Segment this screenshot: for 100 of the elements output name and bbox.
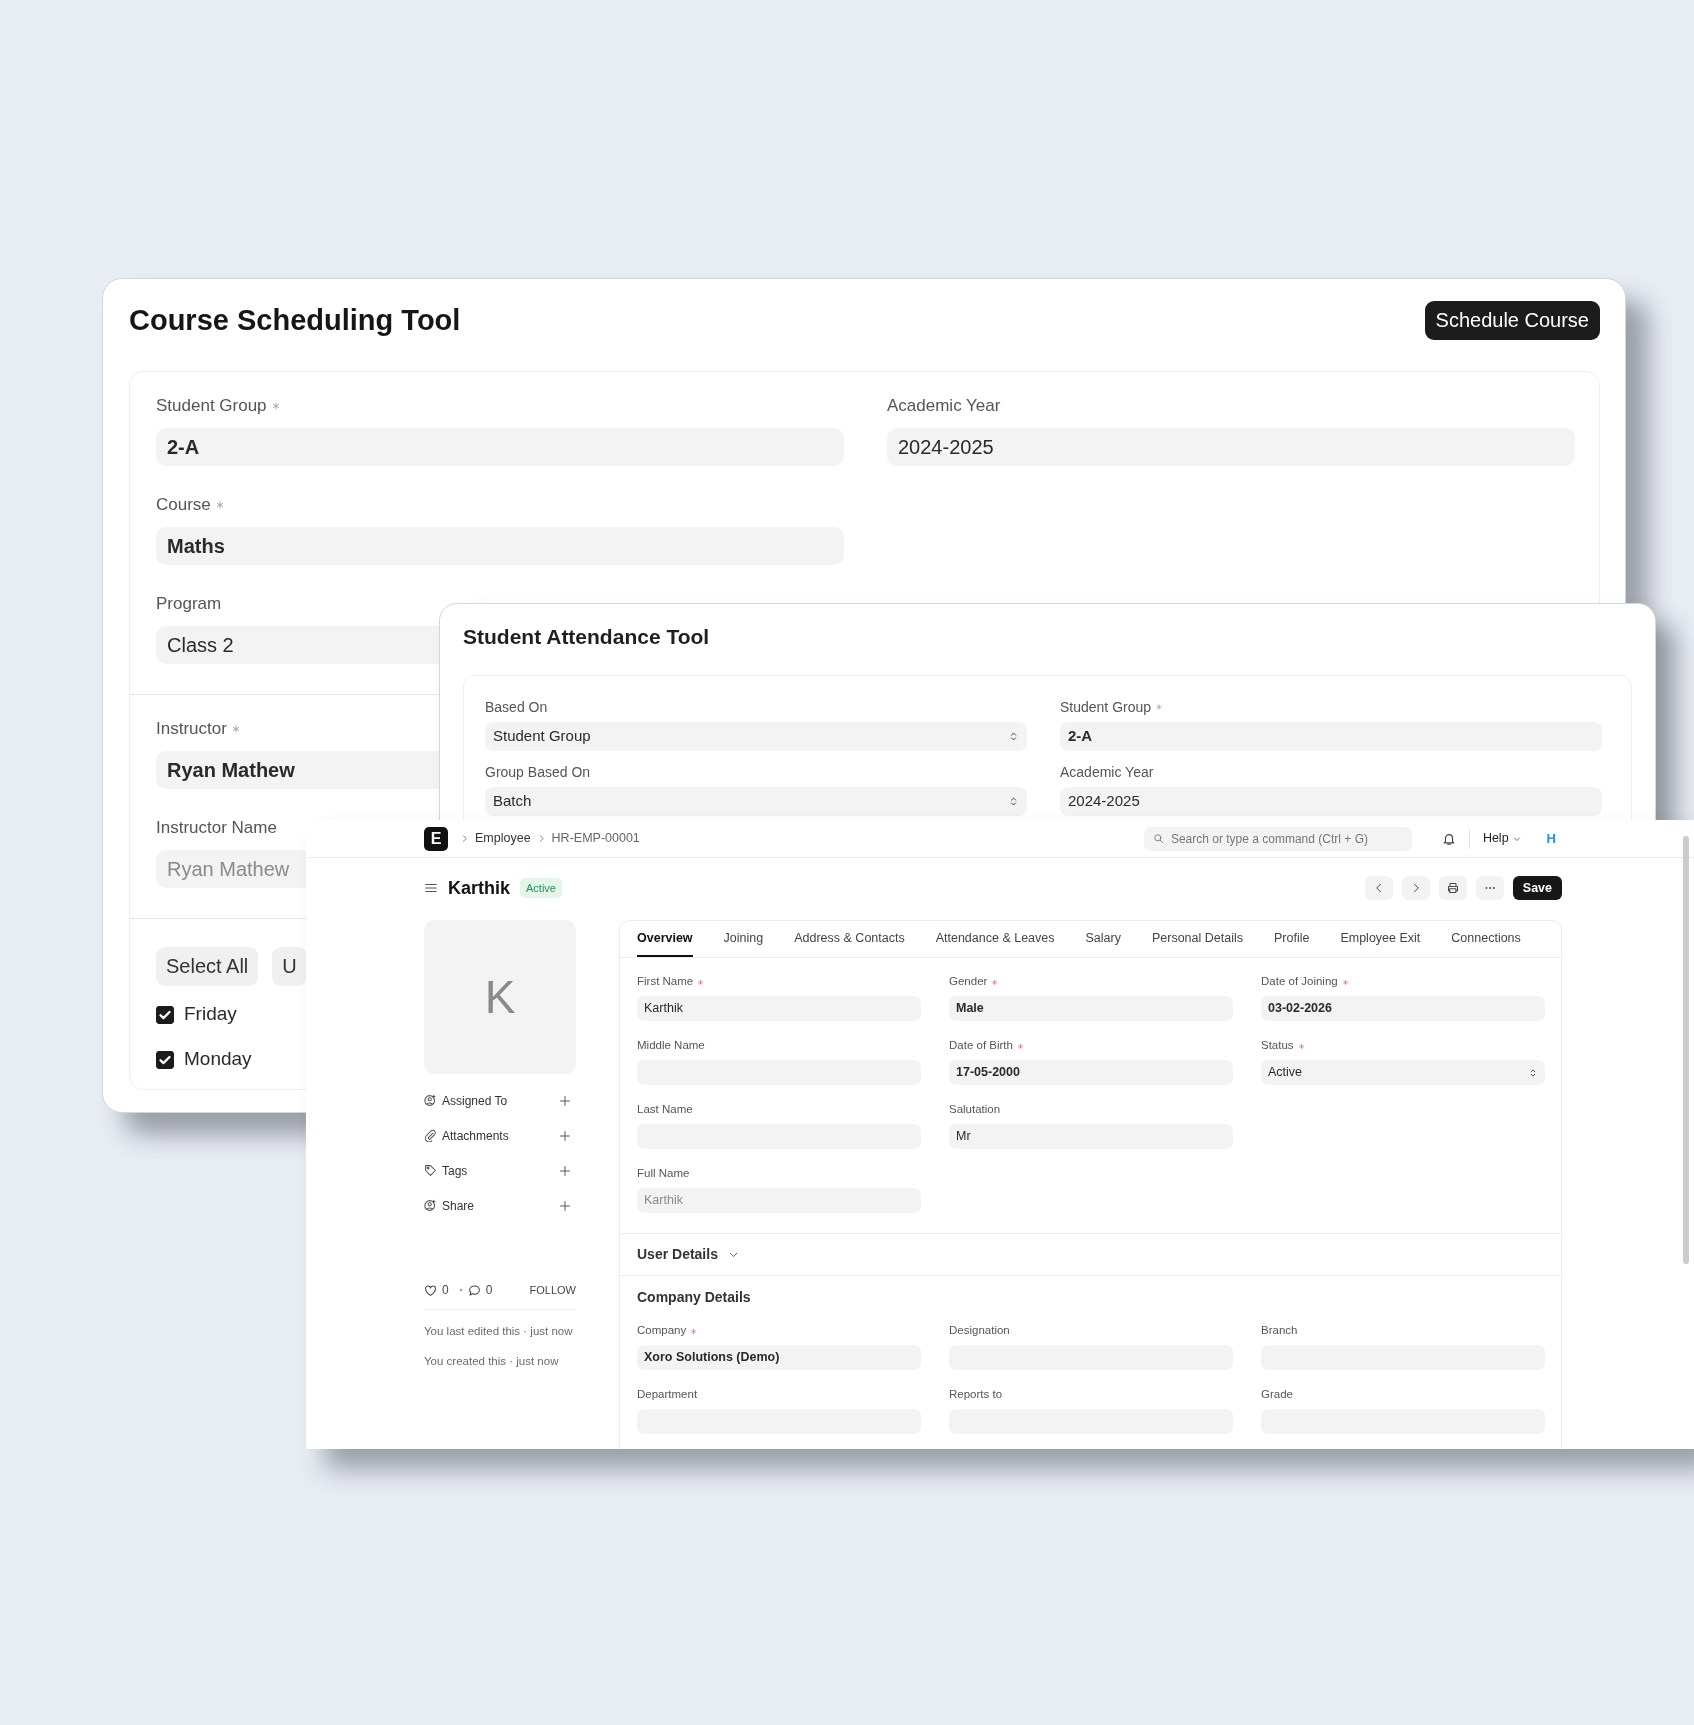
input-field[interactable]: 17-05-2000 [949,1060,1233,1085]
required-icon [214,499,225,510]
input-field[interactable]: 2024-2025 [1060,787,1602,816]
field-label: Program [156,592,222,615]
required-icon [270,400,281,411]
app-logo[interactable]: E [424,826,448,851]
plus-icon[interactable] [559,1094,571,1107]
form-tab[interactable]: Attendance & Leaves [935,921,1055,957]
select-field[interactable]: Student Group [485,722,1027,751]
status-badge: Active [520,877,562,899]
activity-text: You last edited this · just now [424,1324,574,1339]
user-plus-icon [424,1199,437,1212]
required-icon [1341,978,1349,986]
avatar: K [424,920,576,1074]
input-field[interactable]: Karthik [637,996,921,1021]
field-label: Company [637,1323,687,1339]
form-tab[interactable]: Personal Details [1151,921,1243,957]
form-tab[interactable]: Connections [1451,921,1521,957]
field-label: Reports to [949,1387,1003,1403]
day-label: Monday [184,1047,252,1072]
field-label: Instructor Name [156,816,277,839]
print-button[interactable] [1438,876,1467,900]
activity-text: You created this · just now [424,1354,560,1369]
input-field[interactable]: Mr [949,1124,1233,1149]
comment-icon[interactable] [467,1283,481,1297]
input-field[interactable]: Male [949,996,1233,1021]
plus-icon[interactable] [559,1164,571,1177]
field-label: Full Name [637,1166,690,1182]
field-label: Instructor [156,717,227,740]
sidebar-link[interactable]: Share [442,1196,475,1215]
required-icon [690,1327,698,1335]
follow-link[interactable]: FOLLOW [529,1281,576,1299]
field-label: Group Based On [485,762,591,782]
bell-icon[interactable] [1441,831,1456,846]
field-label: Department [637,1387,698,1403]
checkbox[interactable] [156,1050,174,1069]
required-icon [1297,1042,1305,1050]
form-tab[interactable]: Employee Exit [1340,921,1421,957]
input-field[interactable]: Xoro Solutions (Demo) [637,1345,921,1370]
field-label: Branch [1261,1323,1298,1339]
schedule-course-button[interactable]: Schedule Course [1424,301,1600,341]
field-label: Student Group [156,394,267,417]
field-label: Middle Name [637,1038,705,1054]
comment-count: 0 [485,1282,493,1299]
scrollbar[interactable] [1683,836,1689,1264]
window-title: Course Scheduling Tool [129,303,461,338]
field-label: Last Name [637,1102,693,1118]
help-menu[interactable]: Help [1482,829,1509,848]
like-count: 0 [442,1282,449,1299]
field-label: Salutation [949,1102,1001,1118]
search-icon [1152,833,1164,844]
select-field[interactable]: Batch [485,787,1027,816]
plus-icon[interactable] [559,1199,571,1212]
sidebar-link[interactable]: Tags [442,1161,468,1180]
form-tab[interactable]: Salary [1085,921,1121,957]
printer-icon [1446,882,1459,894]
required-icon [1016,1042,1024,1050]
input-field[interactable]: 2-A [1060,722,1602,751]
input-field: Karthik [637,1188,921,1213]
caret-icon [1512,834,1521,843]
field-label: Date of Birth [949,1038,1013,1054]
select-field[interactable]: Active [1261,1060,1545,1085]
heart-icon[interactable] [424,1283,437,1297]
window-title: Student Attendance Tool [463,624,711,650]
required-icon [1155,703,1164,711]
plus-icon[interactable] [559,1129,571,1142]
field-label: Course [156,493,211,516]
field-label: Student Group [1060,697,1152,717]
up-down-arrows-icon [1528,1067,1538,1078]
field-label: Date of Joining [1261,974,1338,990]
form-tab[interactable]: Overview [637,921,693,957]
field-label: Academic Year [887,394,1001,417]
search-field[interactable]: Search or type a command (Ctrl + G) [1143,826,1412,851]
form-tab[interactable]: Joining [723,921,764,957]
input-field[interactable]: 2-A [156,427,844,466]
form-tab[interactable]: Profile [1274,921,1310,957]
section-title[interactable]: User Details [637,1244,718,1265]
input-field[interactable]: Maths [156,526,844,565]
user-plus-icon [424,1094,437,1107]
select-button[interactable]: Select All [156,946,259,986]
sidebar-link[interactable]: Attachments [442,1126,509,1145]
up-down-arrows-icon [1008,796,1019,807]
chevron-right-icon [460,834,469,843]
required-icon [991,978,999,986]
input-field[interactable]: 2024-2025 [887,427,1575,466]
paperclip-icon [424,1129,437,1142]
save-button[interactable]: Save [1512,876,1562,900]
breadcrumb-link[interactable]: Employee [475,829,531,848]
select-button[interactable]: U [272,946,307,986]
tag-icon [424,1164,437,1177]
input-field[interactable]: 03-02-2026 [1261,996,1545,1021]
required-icon [697,978,705,986]
sidebar-link[interactable]: Assigned To [442,1091,508,1110]
field-label: Gender [949,974,988,990]
menu-icon[interactable] [424,881,438,895]
form-tab[interactable]: Address & Contacts [794,921,905,957]
checkbox[interactable] [156,1005,174,1024]
breadcrumb-link[interactable]: HR-EMP-00001 [551,829,640,848]
record-title: Karthik [448,876,510,900]
required-icon [230,723,241,734]
